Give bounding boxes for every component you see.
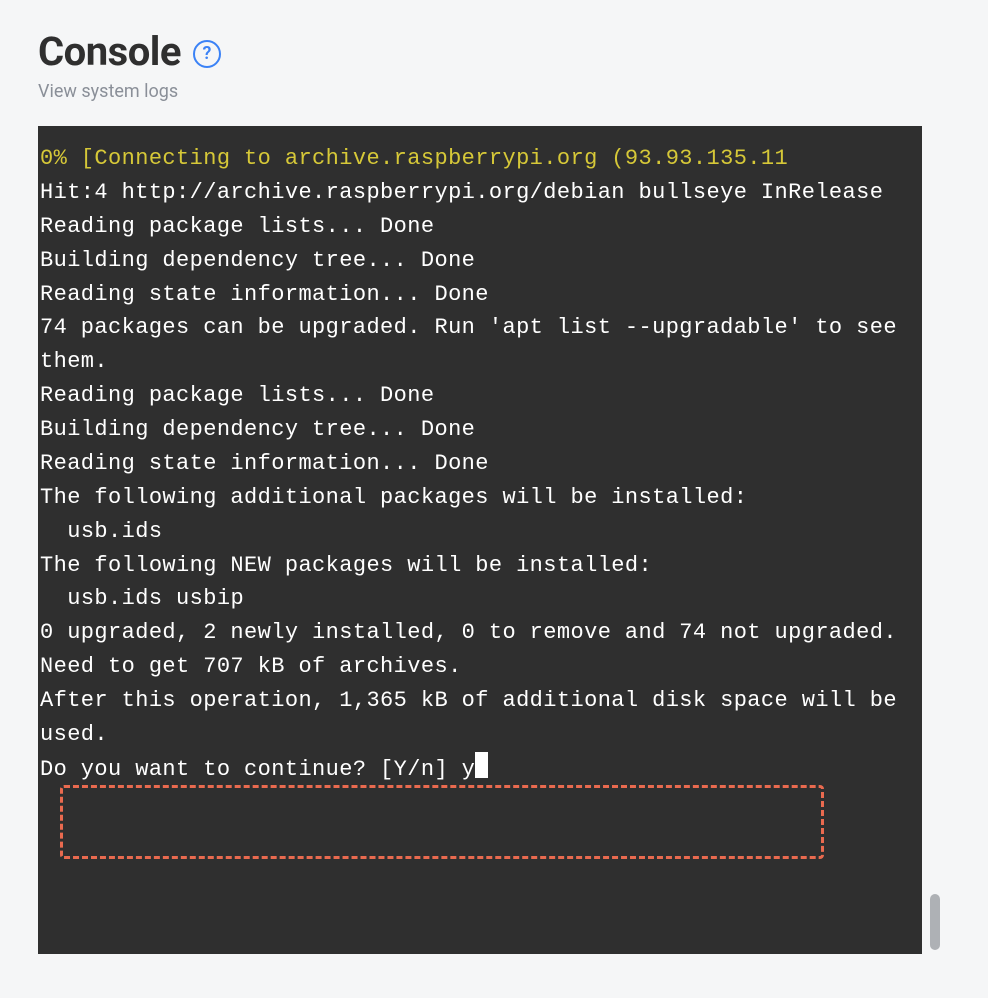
scrollbar-thumb[interactable] [930,894,940,950]
cursor-icon [475,752,488,778]
terminal-line: Building dependency tree... Done [40,244,920,278]
terminal-line: Reading package lists... Done [40,379,920,413]
terminal-line: The following NEW packages will be insta… [40,549,920,583]
terminal-line: Reading package lists... Done [40,210,920,244]
terminal-line: 0 upgraded, 2 newly installed, 0 to remo… [40,616,920,650]
terminal-line: Building dependency tree... Done [40,413,920,447]
prompt-line: Do you want to continue? [Y/n] y [40,752,920,787]
terminal-line: Need to get 707 kB of archives. [40,650,920,684]
status-line: 0% [Connecting to archive.raspberrypi.or… [40,142,920,176]
terminal-line: Hit:4 http://archive.raspberrypi.org/deb… [40,176,920,210]
terminal-line: 74 packages can be upgraded. Run 'apt li… [40,311,920,379]
header: Console ? View system logs [38,28,950,102]
highlight-annotation [60,785,824,859]
page: Console ? View system logs 0% [Connectin… [0,0,988,974]
terminal-line: Reading state information... Done [40,278,920,312]
help-icon[interactable]: ? [193,40,221,68]
scrollbar[interactable] [930,126,940,954]
page-subtitle: View system logs [38,81,950,102]
terminal-line: usb.ids [40,515,920,549]
terminal-output[interactable]: 0% [Connecting to archive.raspberrypi.or… [38,126,922,954]
terminal-line: usb.ids usbip [40,582,920,616]
terminal-line: The following additional packages will b… [40,481,920,515]
console-wrap: 0% [Connecting to archive.raspberrypi.or… [38,126,950,954]
prompt-text: Do you want to continue? [Y/n] y [40,757,475,782]
page-title: Console [38,28,181,75]
terminal-line: After this operation, 1,365 kB of additi… [40,684,920,752]
help-glyph: ? [203,43,212,64]
title-row: Console ? [38,28,950,75]
terminal-line: Reading state information... Done [40,447,920,481]
